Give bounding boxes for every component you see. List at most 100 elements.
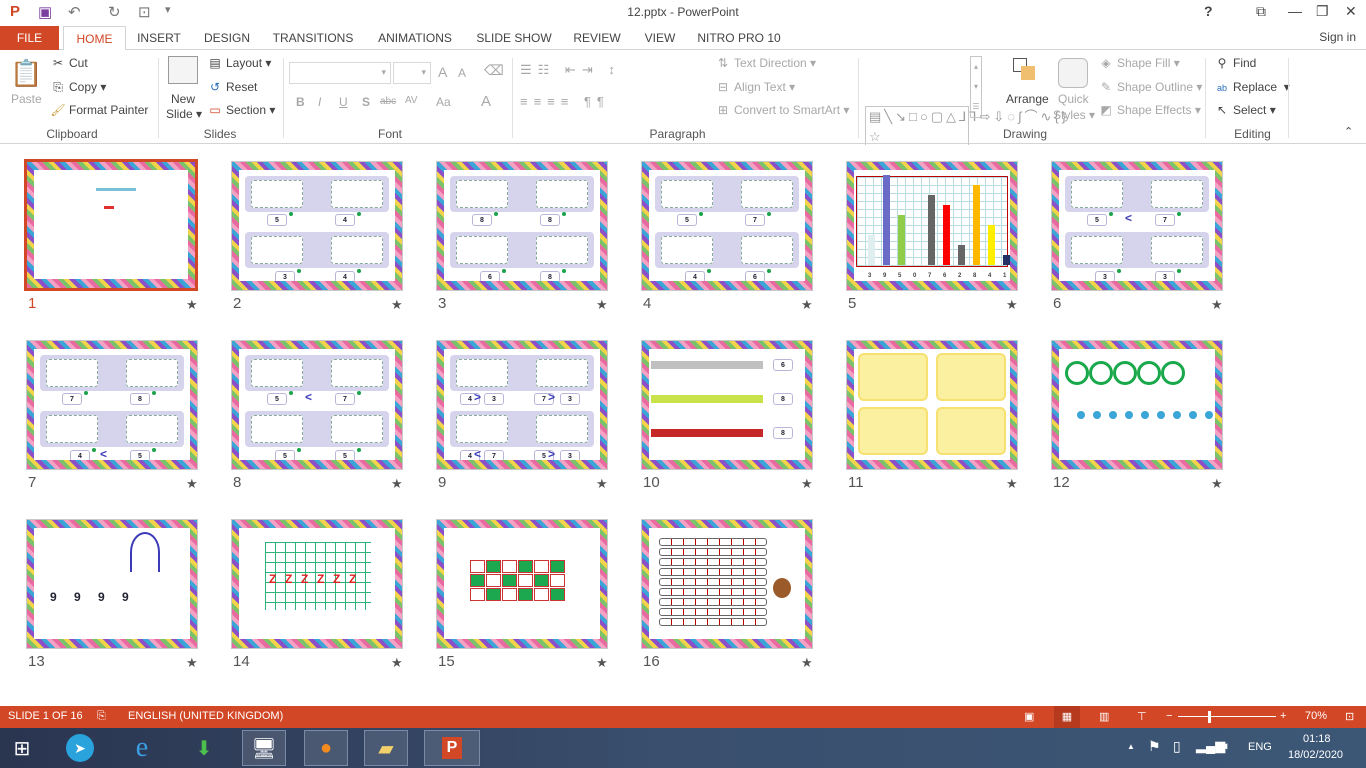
select-button[interactable]: ↖ Select ▾ [1214,103,1276,117]
animation-star-icon[interactable]: ★ [1006,476,1018,492]
animation-star-icon[interactable]: ★ [801,476,813,492]
show-hidden-icons[interactable]: ▲ [1127,742,1135,751]
animation-star-icon[interactable]: ★ [801,297,813,313]
slide-thumbnail[interactable] [1051,340,1223,470]
slide-thumbnail[interactable]: 3 9 5 0 7 6 2 8 4 1 [846,161,1018,291]
start-icon[interactable]: ⊞ [4,730,40,766]
normal-view-button[interactable]: ▣ [1024,710,1034,723]
animation-star-icon[interactable]: ★ [1211,297,1223,313]
shape-outline-button[interactable]: ✎ Shape Outline ▾ [1098,80,1202,94]
animation-star-icon[interactable]: ★ [186,297,198,313]
zoom-in-button[interactable]: + [1280,710,1286,722]
tab-slide-show[interactable]: SLIDE SHOW [474,26,554,50]
language-indicator[interactable]: ENGLISH (UNITED KINGDOM) [128,710,283,722]
slide-thumbnail[interactable]: 5 7 5 5 < [231,340,403,470]
alignment-buttons[interactable]: ≡≡≡≡ ¶¶ [520,94,610,109]
tab-nitro-pro[interactable]: NITRO PRO 10 [696,26,782,50]
find-button[interactable]: ⚲ Find [1214,56,1257,70]
animation-star-icon[interactable]: ★ [1211,476,1223,492]
slide-thumbnail[interactable]: 8 8 6 8 [436,161,608,291]
slide-thumbnail[interactable] [641,519,813,649]
slide-thumbnail[interactable]: 6 8 8 [641,340,813,470]
help-button[interactable]: ? [1204,3,1213,19]
slide-thumbnail[interactable]: 7 8 4 5 < [26,340,198,470]
font-name-combobox[interactable]: ▾ [289,62,391,84]
arrange-button[interactable]: Arrange [1006,92,1049,106]
zoom-slider[interactable] [1178,716,1276,717]
sign-in-link[interactable]: Sign in [1319,30,1356,44]
tab-home[interactable]: HOME [63,26,126,51]
quick-styles-button[interactable]: Quick [1058,92,1089,106]
text-direction-button[interactable]: ⇅ Text Direction ▾ [715,56,816,70]
animation-star-icon[interactable]: ★ [596,297,608,313]
file-explorer-icon[interactable]: ▰ [364,730,408,766]
align-text-button[interactable]: ⊟ Align Text ▾ [715,80,795,94]
slide-thumbnail[interactable]: 5 7 4 6 [641,161,813,291]
slide-show-button[interactable]: ⊤ [1137,710,1147,723]
ribbon-display-options-button[interactable]: ⧉ [1256,3,1266,20]
zoom-out-button[interactable]: − [1166,710,1172,722]
slide-thumbnail[interactable]: 5 4 3 4 [231,161,403,291]
cut-button[interactable]: ✂ Cut [50,56,88,70]
animation-star-icon[interactable]: ★ [596,655,608,671]
reading-view-button[interactable]: ▥ [1099,710,1109,723]
slide-thumbnail[interactable]: 4 3 7 3 4 7 5 3 > > < > [436,340,608,470]
new-slide-button[interactable]: New [171,92,195,106]
zoom-slider-thumb[interactable] [1208,711,1211,723]
tab-insert[interactable]: INSERT [132,26,186,50]
font-size-combobox[interactable]: ▾ [393,62,431,84]
tab-design[interactable]: DESIGN [200,26,254,50]
animation-star-icon[interactable]: ★ [186,655,198,671]
list-buttons[interactable]: ☰☷ ⇤⇥ ↕ [520,62,621,78]
slide-thumbnail[interactable] [846,340,1018,470]
grow-font-button[interactable]: A [438,64,447,80]
bold-button[interactable]: B [296,95,305,109]
character-spacing-button[interactable]: AV [405,95,418,106]
paste-button[interactable]: Paste [11,92,42,106]
slide-thumbnail[interactable]: 5 7 3 3 < [1051,161,1223,291]
underline-button[interactable]: U [339,95,348,109]
slide-sorter-view-button[interactable]: ▦ [1054,706,1080,728]
animation-star-icon[interactable]: ★ [391,476,403,492]
convert-smartart-button[interactable]: ⊞ Convert to SmartArt ▾ [715,103,849,117]
strikethrough-button[interactable]: abc [380,96,396,107]
tab-file[interactable]: FILE [0,26,59,50]
animation-star-icon[interactable]: ★ [1006,297,1018,313]
new-slide-dropdown[interactable]: Slide ▾ [166,107,202,121]
tab-view[interactable]: VIEW [640,26,680,50]
tab-animations[interactable]: ANIMATIONS [372,26,458,50]
shape-effects-button[interactable]: ◩ Shape Effects ▾ [1098,103,1201,117]
section-button[interactable]: ▭ Section ▾ [207,103,275,117]
animation-star-icon[interactable]: ★ [801,655,813,671]
animation-star-icon[interactable]: ★ [596,476,608,492]
fit-to-window-button[interactable]: ⊡ [1345,710,1354,723]
copy-button[interactable]: ⎘ Copy ▾ [50,80,106,95]
input-language[interactable]: ENG [1248,741,1272,753]
clock-time[interactable]: 01:18 [1303,733,1331,745]
clock-date[interactable]: 18/02/2020 [1288,749,1343,761]
clear-formatting-icon[interactable]: ⌫ [484,62,504,79]
format-painter-button[interactable]: 🖌 Format Painter [50,103,148,117]
slide-thumbnail[interactable]: ZZZZZZ [231,519,403,649]
tab-transitions[interactable]: TRANSITIONS [270,26,356,50]
font-color-button[interactable]: A [481,93,491,110]
network-icon[interactable]: ▂▄▆ [1196,738,1225,754]
animation-star-icon[interactable]: ★ [186,476,198,492]
shape-fill-button[interactable]: ◈ Shape Fill ▾ [1098,56,1179,70]
spell-check-icon[interactable]: ⎘ [97,710,106,723]
gallery-scroll[interactable]: ▴ ▾ ☰ [970,56,982,118]
layout-button[interactable]: ▤ Layout ▾ [207,56,271,70]
replace-button[interactable]: ab Replace ▾ [1214,80,1290,94]
collapse-ribbon-icon[interactable]: ⌃ [1344,125,1353,138]
animation-star-icon[interactable]: ★ [391,655,403,671]
remote-desktop-icon[interactable]: 🖥 [242,730,286,766]
volume-icon[interactable]: ◖ [1222,738,1230,753]
restore-button[interactable]: ❐ [1316,3,1329,20]
slide-thumbnail[interactable]: 9 9 9 9 [26,519,198,649]
quick-styles-dropdown[interactable]: Styles ▾ [1053,108,1095,122]
telegram-icon[interactable]: ➤ [66,734,94,762]
shrink-font-button[interactable]: A [458,66,466,80]
download-manager-icon[interactable]: ⬇ [186,730,222,766]
battery-icon[interactable]: ▯ [1173,738,1181,755]
tab-review[interactable]: REVIEW [570,26,624,50]
